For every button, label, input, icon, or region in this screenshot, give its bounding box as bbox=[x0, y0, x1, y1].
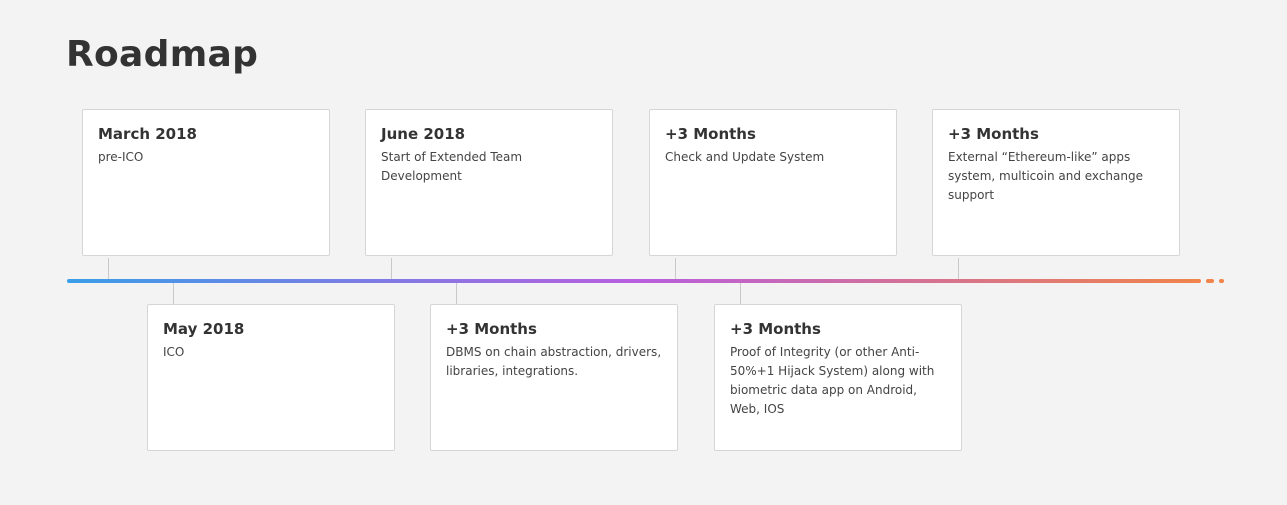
milestone-card: May 2018 ICO bbox=[147, 304, 395, 451]
milestone-card: March 2018 pre-ICO bbox=[82, 109, 330, 256]
milestone-description: External “Ethereum-like” apps system, mu… bbox=[948, 150, 1143, 202]
milestone-description: Check and Update System bbox=[665, 150, 825, 164]
connector-bottom-1 bbox=[173, 283, 174, 304]
milestone-description: Proof of Integrity (or other Anti-50%+1 … bbox=[730, 345, 935, 416]
milestone-card: +3 Months External “Ethereum-like” apps … bbox=[932, 109, 1180, 256]
milestone-card: June 2018 Start of Extended Team Develop… bbox=[365, 109, 613, 256]
milestone-card: +3 Months Check and Update System bbox=[649, 109, 897, 256]
connector-bottom-2 bbox=[456, 283, 457, 304]
milestone-description: pre-ICO bbox=[98, 150, 144, 164]
milestone-title: +3 Months bbox=[446, 320, 537, 338]
milestone-card: +3 Months Proof of Integrity (or other A… bbox=[714, 304, 962, 451]
connector-top-4 bbox=[958, 258, 959, 279]
milestone-title: May 2018 bbox=[163, 320, 245, 338]
milestone-title: +3 Months bbox=[665, 125, 756, 143]
connector-top-3 bbox=[675, 258, 676, 279]
page-title: Roadmap bbox=[66, 34, 259, 75]
connector-bottom-3 bbox=[740, 283, 741, 304]
timeline-dot bbox=[1219, 279, 1224, 283]
milestone-description: Start of Extended Team Development bbox=[381, 150, 523, 183]
milestone-title: +3 Months bbox=[948, 125, 1039, 143]
milestone-description: ICO bbox=[163, 345, 185, 359]
connector-top-2 bbox=[391, 258, 392, 279]
connector-top-1 bbox=[108, 258, 109, 279]
milestone-card: +3 Months DBMS on chain abstraction, dri… bbox=[430, 304, 678, 451]
milestone-description: DBMS on chain abstraction, drivers, libr… bbox=[446, 345, 662, 378]
milestone-title: +3 Months bbox=[730, 320, 821, 338]
milestone-title: March 2018 bbox=[98, 125, 197, 143]
milestone-title: June 2018 bbox=[381, 125, 466, 143]
timeline-dash bbox=[1206, 279, 1214, 283]
timeline-line bbox=[67, 279, 1201, 283]
